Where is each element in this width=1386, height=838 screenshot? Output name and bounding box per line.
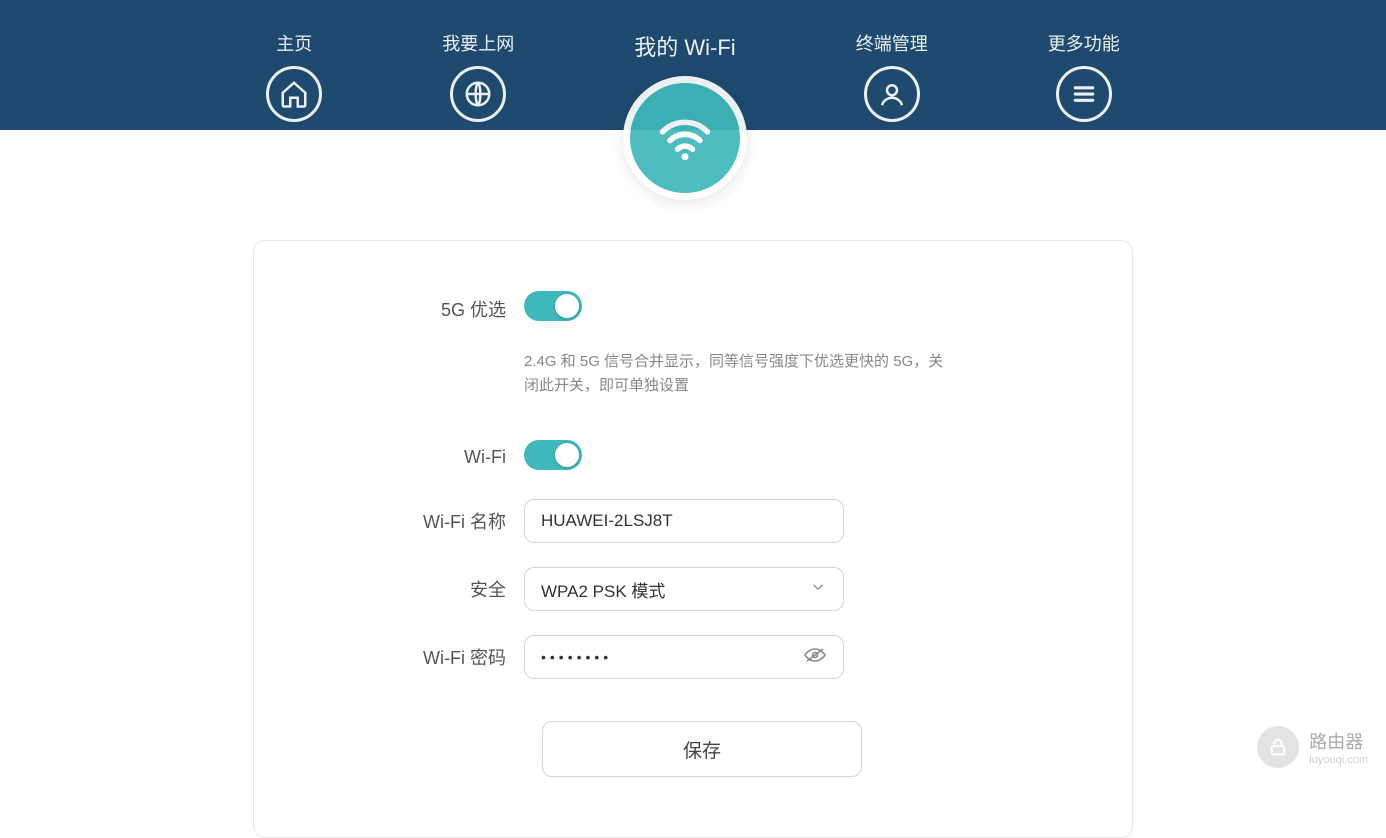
nav-more-label: 更多功能	[1048, 30, 1120, 56]
watermark-title: 路由器	[1309, 728, 1368, 754]
wifi-toggle[interactable]	[524, 440, 582, 470]
wifi-icon-wrapper	[623, 76, 747, 200]
wifi-name-label: Wi-Fi 名称	[324, 508, 524, 534]
nav-wifi[interactable]: 我的 Wi-Fi	[634, 30, 735, 130]
security-value: WPA2 PSK 模式	[541, 577, 665, 602]
top-navigation: 主页 我要上网 我的 Wi-Fi 终端管理 更	[0, 0, 1386, 130]
fiveg-help-text: 2.4G 和 5G 信号合并显示，同等信号强度下优选更快的 5G，关闭此开关，即…	[524, 350, 944, 398]
password-label: Wi-Fi 密码	[324, 644, 524, 670]
password-value: ••••••••	[541, 649, 803, 665]
wifi-name-input[interactable]: HUAWEI-2LSJ8T	[524, 499, 844, 543]
nav-internet[interactable]: 我要上网	[442, 30, 514, 130]
user-icon	[864, 66, 920, 122]
lock-icon	[1257, 726, 1299, 768]
nav-home[interactable]: 主页	[266, 30, 322, 130]
security-select[interactable]: WPA2 PSK 模式	[524, 567, 844, 611]
save-button-label: 保存	[683, 736, 721, 763]
eye-off-icon[interactable]	[803, 643, 827, 672]
nav-more[interactable]: 更多功能	[1048, 30, 1120, 130]
settings-panel: 5G 优选 2.4G 和 5G 信号合并显示，同等信号强度下优选更快的 5G，关…	[253, 240, 1133, 838]
watermark-sub: luyouqi.com	[1309, 754, 1368, 766]
chevron-down-icon	[809, 578, 827, 601]
nav-home-label: 主页	[276, 30, 312, 56]
save-button[interactable]: 保存	[542, 721, 862, 777]
security-label: 安全	[324, 576, 524, 602]
nav-terminals[interactable]: 终端管理	[856, 30, 928, 130]
wifi-password-input[interactable]: ••••••••	[524, 635, 844, 679]
fiveg-label: 5G 优选	[324, 296, 524, 322]
nav-wifi-label: 我的 Wi-Fi	[634, 30, 735, 62]
watermark: 路由器 luyouqi.com	[1257, 726, 1368, 768]
wifi-icon	[630, 83, 740, 193]
menu-icon	[1056, 66, 1112, 122]
nav-internet-label: 我要上网	[442, 30, 514, 56]
home-icon	[266, 66, 322, 122]
globe-icon	[450, 66, 506, 122]
wifi-name-value: HUAWEI-2LSJ8T	[541, 511, 673, 531]
nav-terminals-label: 终端管理	[856, 30, 928, 56]
fiveg-toggle[interactable]	[524, 291, 582, 321]
wifi-label: Wi-Fi	[324, 447, 524, 468]
